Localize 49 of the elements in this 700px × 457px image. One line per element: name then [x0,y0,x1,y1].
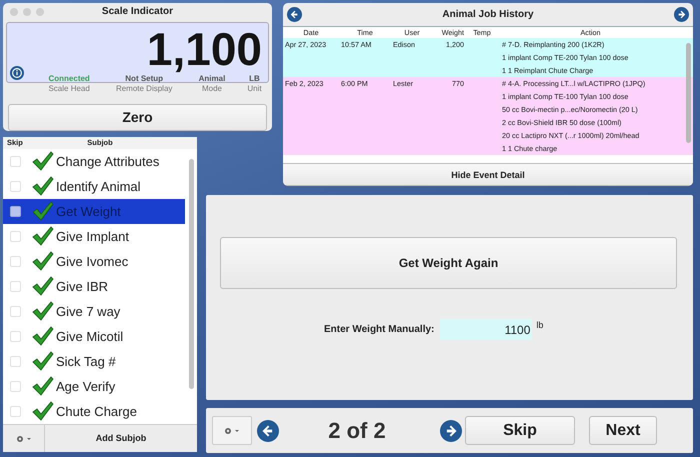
subjob-label: Identify Animal [56,178,141,194]
gear-icon [224,427,240,435]
subjob-label: Give Implant [56,228,129,244]
subjob-row[interactable]: Age Verify [3,374,185,399]
history-row[interactable] [283,77,693,155]
hide-event-detail-button[interactable]: Hide Event Detail [283,163,693,186]
scrollbar[interactable] [686,43,691,143]
unit-label: lb [536,320,544,330]
subjob-row[interactable]: Give Micotil [3,324,185,349]
window-title: Animal Job History [442,9,534,20]
zero-button[interactable]: Zero [8,104,267,131]
subjob-row[interactable]: Give IBR [3,274,185,299]
gear-icon [16,434,32,443]
status-label: Unit [247,84,262,94]
subjob-row[interactable]: Change Attributes [3,148,185,174]
subjob-row[interactable]: Identify Animal [3,174,185,199]
next-button[interactable]: Next [589,416,657,445]
subjob-label: Give Micotil [56,328,124,344]
page-indicator: 2 of 2 [327,418,387,444]
status-value: LB [249,74,260,84]
status-value: Connected [48,74,90,84]
subjob-label: Give Ivomec [56,254,128,269]
subjob-label: Change Attributes [56,154,160,169]
scrollbar[interactable] [189,158,194,389]
subjob-row[interactable]: Chute Charge [3,398,185,424]
status-label: Mode [202,84,222,94]
skip-button[interactable]: Skip [465,416,575,445]
info-icon[interactable] [10,66,24,80]
subjob-label: Give 7 way [56,304,120,319]
weight-input-field[interactable]: 1100 [440,319,532,340]
subjob-row[interactable]: Give Ivomec [3,248,185,274]
subjob-label: Sick Tag # [56,354,116,369]
status-value: Not Setup [125,74,164,84]
settings-menu-button[interactable] [212,416,252,445]
status-label: Remote Display [116,84,172,94]
skip-checkbox[interactable] [10,206,21,217]
subjob-label: Give IBR [56,278,108,294]
subjob-label: Age Verify [56,378,116,394]
status-label: Scale Head [48,84,90,94]
field-label: Enter Weight Manually: [324,324,434,335]
subjob-label: Chute Charge [56,404,137,419]
subjob-label: Get Weight [56,204,121,219]
status-value: Animal [198,74,226,84]
weight-reading: 1,100 [146,24,262,73]
window-title: Scale Indicator [102,6,174,17]
subjob-row[interactable]: Give 7 way [3,298,185,324]
get-weight-again-button[interactable]: Get Weight Again [220,237,677,289]
subjob-row[interactable]: Give Implant [3,224,185,249]
subjob-row[interactable]: Sick Tag # [3,348,185,374]
